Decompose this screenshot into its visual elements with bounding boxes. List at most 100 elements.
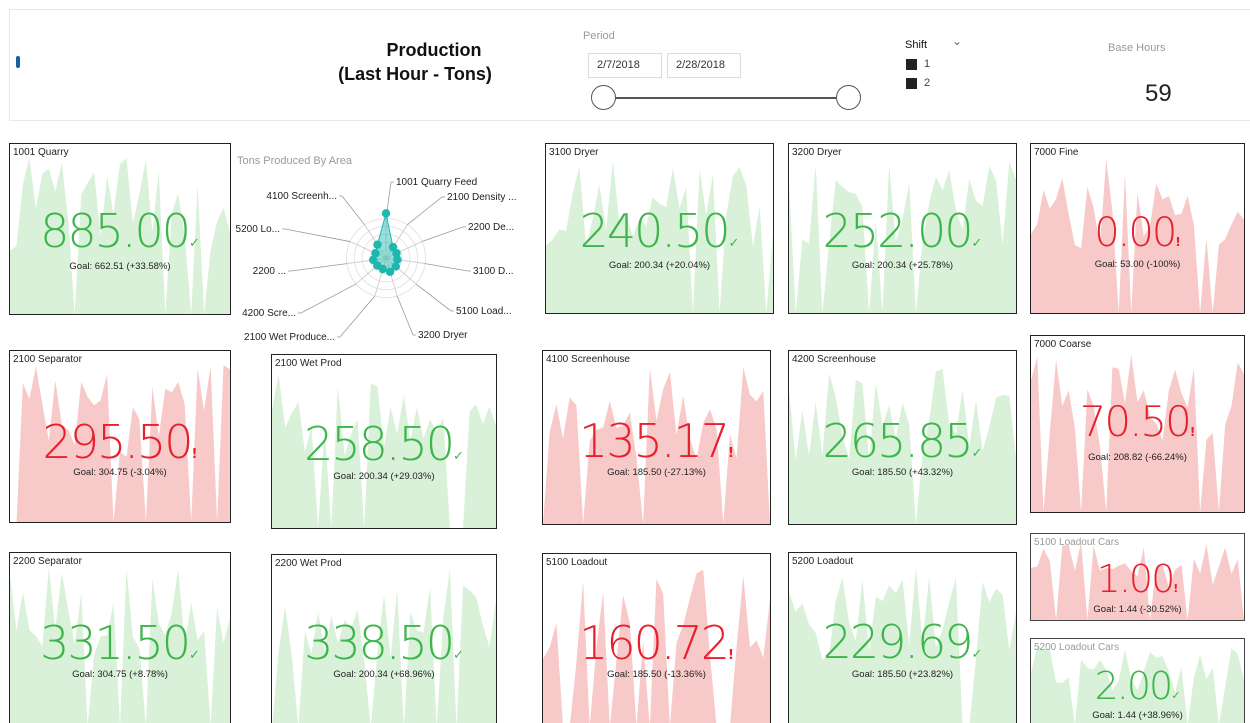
kpi-goal: Goal: 200.34 (+25.78%) [851, 260, 954, 271]
checkbox-checked-icon[interactable] [906, 58, 917, 70]
kpi-goal: Goal: 304.75 (-3.04%) [73, 467, 167, 478]
kpi-goal: Goal: 200.34 (+68.96%) [333, 669, 435, 680]
kpi-tile-1001-quarry[interactable]: 1001 Quarry 885.00✓ Goal: 662.51 (+33.58… [9, 143, 231, 315]
radar-axis-label: 4100 Screenh... [266, 191, 337, 202]
kpi-tile-5100-loadout-cars[interactable]: 5100 Loadout Cars 1.00! Goal: 1.44 (-30.… [1030, 533, 1245, 621]
kpi-tile-5100-loadout[interactable]: 5100 Loadout 160.72! Goal: 185.50 (-13.3… [542, 553, 771, 723]
radar-point[interactable] [385, 267, 395, 277]
tile-title: 7000 Fine [1034, 147, 1079, 158]
tile-title: 2200 Wet Prod [275, 558, 342, 569]
page-title-line2: (Last Hour - Tons) [338, 64, 492, 84]
kpi-value: 295.50! [42, 415, 198, 469]
shift-option-label: 2 [924, 77, 931, 89]
tile-title: 2200 Separator [13, 556, 82, 567]
shift-option-1[interactable]: 1 [906, 58, 930, 70]
kpi-tile-4200-screenhouse[interactable]: 4200 Screenhouse 265.85✓ Goal: 185.50 (+… [788, 350, 1017, 525]
radar-label-leader [421, 226, 466, 242]
radar-label-leader [282, 228, 351, 242]
tile-title: 5100 Loadout Cars [1034, 537, 1120, 548]
radar-axis-label: 4200 Scre... [242, 308, 296, 319]
kpi-value: 252.00✓ [822, 204, 983, 258]
tile-title: 2100 Wet Prod [275, 358, 342, 369]
kpi-value: 229.69✓ [822, 615, 983, 669]
tile-title: 5100 Loadout [546, 557, 608, 568]
kpi-value: 331.50✓ [40, 616, 200, 670]
kpi-tile-2200-wet-prod[interactable]: 2200 Wet Prod 338.50✓ Goal: 200.34 (+68.… [271, 554, 497, 723]
radar-axis-label: 5200 Lo... [236, 224, 280, 235]
period-slider-end-handle[interactable] [836, 85, 861, 110]
radar-label-leader [415, 283, 454, 312]
radar-axis-label: 2200 De... [468, 222, 514, 233]
brand-mark-icon [16, 56, 20, 68]
radar-label-leader [407, 196, 445, 225]
kpi-value: 258.50✓ [304, 417, 464, 471]
kpi-goal: Goal: 208.82 (-66.24%) [1088, 452, 1187, 463]
tile-title: 2100 Separator [13, 354, 82, 365]
kpi-value: 338.50✓ [304, 616, 464, 670]
kpi-value: 135.17! [579, 414, 734, 468]
radar-axis-label: 2100 Wet Produce... [244, 332, 335, 343]
kpi-tile-3100-dryer[interactable]: 3100 Dryer 240.50✓ Goal: 200.34 (+20.04%… [545, 143, 774, 314]
kpi-goal: Goal: 53.00 (-100%) [1094, 259, 1181, 270]
period-slider-track[interactable] [604, 97, 848, 99]
page-title: Production (Last Hour - Tons) [290, 38, 540, 86]
kpi-tile-2100-wet-prod[interactable]: 2100 Wet Prod 258.50✓ Goal: 200.34 (+29.… [271, 354, 497, 529]
kpi-goal: Goal: 662.51 (+33.58%) [69, 261, 171, 272]
kpi-value: 160.72! [579, 616, 734, 670]
kpi-goal: Goal: 200.34 (+20.04%) [608, 260, 711, 271]
radar-label-leader [425, 263, 471, 272]
kpi-goal: Goal: 1.44 (+38.96%) [1092, 710, 1183, 721]
radar-point[interactable] [373, 240, 382, 249]
kpi-value: 70.50! [1079, 397, 1196, 446]
radar-label-leader [288, 263, 347, 272]
top-strip [0, 0, 1250, 9]
chevron-down-icon[interactable]: ⌄ [952, 34, 962, 48]
kpi-tile-2200-separator[interactable]: 2200 Separator 331.50✓ Goal: 304.75 (+8.… [9, 552, 231, 723]
radar-axis-label: 1001 Quarry Feed [396, 177, 477, 188]
tile-title: 4100 Screenhouse [546, 354, 630, 365]
shift-option-2[interactable]: 2 [906, 77, 930, 89]
period-label: Period [583, 30, 615, 42]
kpi-goal: Goal: 1.44 (-30.52%) [1093, 604, 1182, 615]
kpi-value: 1.00! [1096, 557, 1179, 601]
kpi-tile-3200-dryer[interactable]: 3200 Dryer 252.00✓ Goal: 200.34 (+25.78%… [788, 143, 1017, 314]
tile-title: 1001 Quarry [13, 147, 69, 158]
checkbox-checked-icon[interactable] [906, 77, 917, 89]
page-title-line1: Production [386, 40, 482, 60]
base-hours-label: Base Hours [1108, 42, 1166, 54]
radar-axis-label: 2200 ... [253, 266, 286, 277]
tile-title: 7000 Coarse [1034, 339, 1092, 350]
kpi-tile-5200-loadout-cars[interactable]: 5200 Loadout Cars 2.00✓ Goal: 1.44 (+38.… [1030, 638, 1245, 723]
radar-axis-label: 3100 D... [473, 266, 514, 277]
kpi-goal: Goal: 185.50 (+43.32%) [851, 467, 954, 478]
kpi-value: 885.00✓ [40, 204, 200, 258]
shift-option-label: 1 [924, 58, 931, 70]
radar-point[interactable] [371, 249, 380, 258]
radar-label-leader [339, 195, 365, 225]
radar-chart[interactable]: 1001 Quarry Feed 2100 Density ... 2200 De.… [236, 168, 526, 348]
kpi-tile-7000-coarse[interactable]: 7000 Coarse 70.50! Goal: 208.82 (-66.24%… [1030, 335, 1245, 513]
kpi-tile-7000-fine[interactable]: 7000 Fine 0.00! Goal: 53.00 (-100%) [1030, 143, 1245, 314]
tile-title: 3200 Dryer [792, 147, 842, 158]
period-start-date-input[interactable]: 2/7/2018 [588, 53, 662, 78]
kpi-tile-4100-screenhouse[interactable]: 4100 Screenhouse 135.17! Goal: 185.50 (-… [542, 350, 771, 525]
tile-title: 4200 Screenhouse [792, 354, 876, 365]
kpi-goal: Goal: 185.50 (-13.36%) [607, 669, 706, 680]
shift-filter-title: Shift [905, 39, 928, 51]
kpi-goal: Goal: 185.50 (-27.13%) [607, 467, 706, 478]
kpi-value: 240.50✓ [579, 204, 740, 258]
base-hours-value: 59 [1145, 80, 1172, 107]
tile-title: 5200 Loadout Cars [1034, 642, 1120, 653]
kpi-goal: Goal: 200.34 (+29.03%) [333, 471, 435, 482]
radar-label-leader [396, 295, 416, 336]
radar-axis-label: 5100 Load... [456, 306, 512, 317]
kpi-tile-2100-separator[interactable]: 2100 Separator 295.50! Goal: 304.75 (-3.… [9, 350, 231, 523]
period-slider-start-handle[interactable] [591, 85, 616, 110]
period-end-date-input[interactable]: 2/28/2018 [667, 53, 741, 78]
tile-title: 3100 Dryer [549, 147, 599, 158]
radar-chart-title: Tons Produced By Area [237, 155, 352, 167]
radar-label-leader [337, 295, 376, 338]
kpi-tile-5200-loadout[interactable]: 5200 Loadout 229.69✓ Goal: 185.50 (+23.8… [788, 552, 1017, 723]
radar-point[interactable] [381, 209, 391, 218]
kpi-goal: Goal: 185.50 (+23.82%) [851, 669, 954, 680]
